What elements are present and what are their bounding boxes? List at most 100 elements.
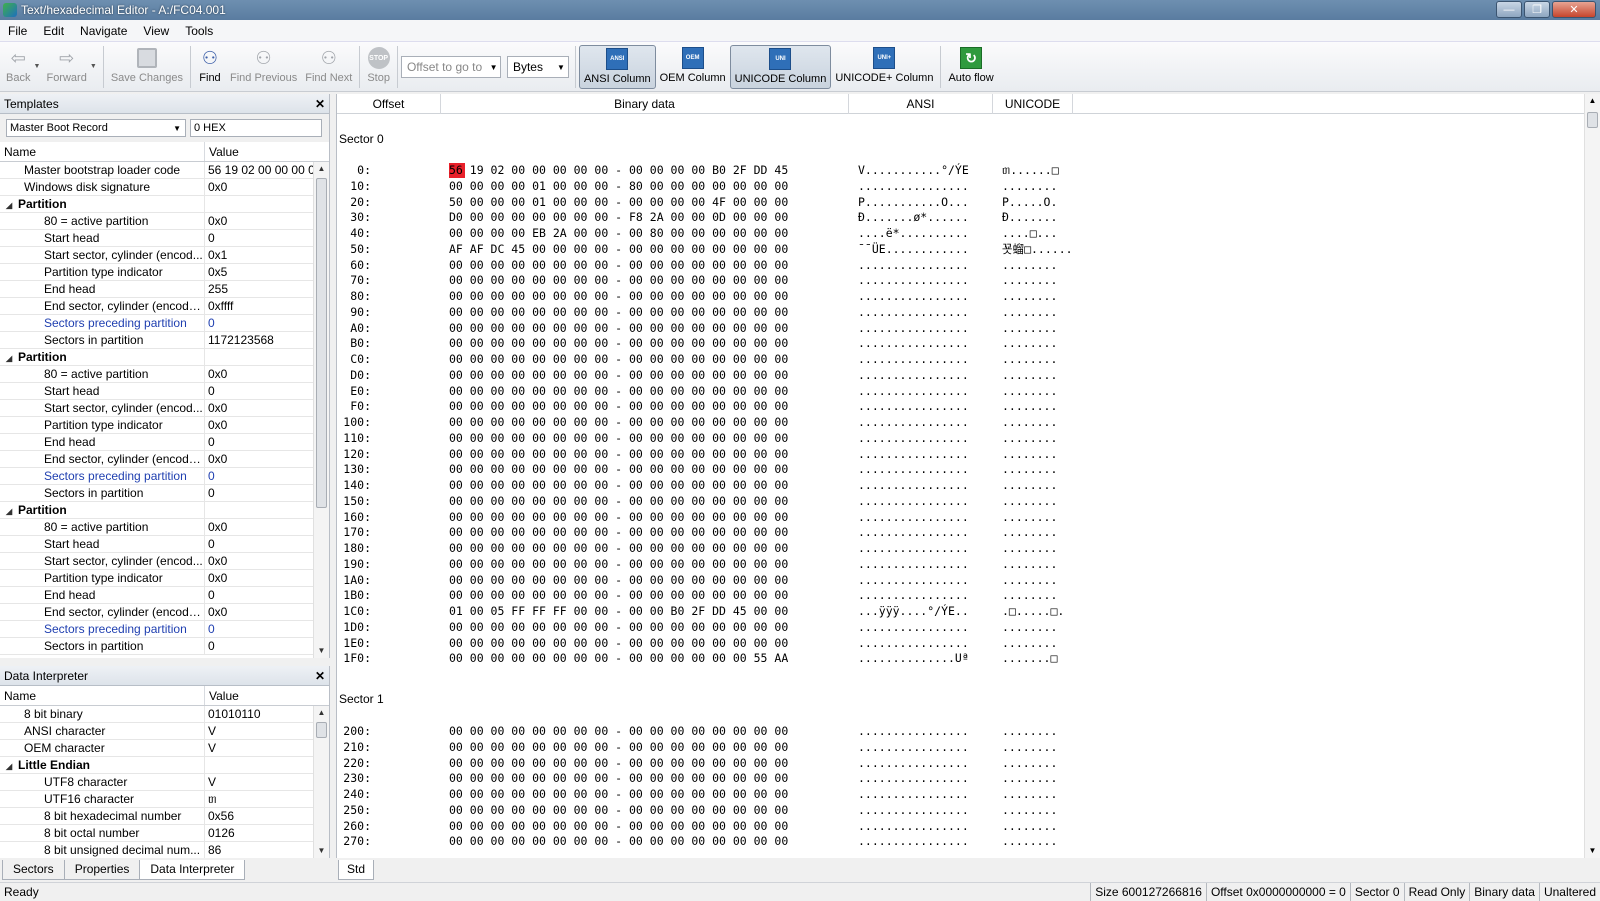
hex-row[interactable]: 100: 00 00 00 00 00 00 00 00 - 00 00 00 0… — [337, 414, 1577, 430]
hex-bytes[interactable]: 00 00 00 00 00 00 00 00 - 00 00 00 00 00… — [449, 304, 788, 320]
menu-view[interactable]: View — [135, 20, 177, 42]
hex-row[interactable]: 0: 56 19 02 00 00 00 00 00 - 00 00 00 00 … — [337, 162, 1577, 178]
ansi-text[interactable]: ................ — [858, 430, 969, 446]
ansi-text[interactable]: ................ — [858, 540, 969, 556]
close-icon[interactable]: ✕ — [311, 97, 329, 111]
forward-button[interactable]: ⇨ Forward ▼ — [42, 45, 96, 89]
hex-row[interactable]: 270: 00 00 00 00 00 00 00 00 - 00 00 00 0… — [337, 833, 1577, 849]
hex-bytes[interactable]: 00 00 00 00 00 00 00 00 - 00 00 00 00 00… — [449, 650, 788, 666]
table-row[interactable]: 8 bit unsigned decimal num... 86 — [0, 842, 329, 858]
column-header-value[interactable]: Value — [205, 142, 239, 161]
menu-tools[interactable]: Tools — [177, 20, 221, 42]
column-header-name[interactable]: Name — [0, 142, 205, 161]
ansi-text[interactable]: ................ — [858, 272, 969, 288]
unicode-column-button[interactable]: UNI UNICODE Column — [729, 45, 832, 89]
ansi-text[interactable]: ................ — [858, 770, 969, 786]
offset-cell[interactable]: 210: — [337, 739, 371, 755]
ansi-text[interactable]: P...........O... — [858, 194, 969, 210]
unicode-text[interactable]: Ð....... — [1002, 209, 1057, 225]
find-button[interactable]: ⚇ Find — [194, 45, 226, 89]
column-header-binary[interactable]: Binary data — [441, 94, 849, 114]
table-row[interactable]: Start sector, cylinder (encod... 0x0 — [0, 553, 329, 570]
hex-row[interactable]: 20: 50 00 00 00 01 00 00 00 - 00 00 00 00… — [337, 194, 1577, 210]
unicode-text[interactable]: ........ — [1002, 288, 1057, 304]
ansi-text[interactable]: ................ — [858, 739, 969, 755]
hex-row[interactable]: 200: 00 00 00 00 00 00 00 00 - 00 00 00 0… — [337, 723, 1577, 739]
hex-row[interactable]: D0: 00 00 00 00 00 00 00 00 - 00 00 00 00… — [337, 367, 1577, 383]
hex-bytes[interactable]: 00 00 00 00 00 00 00 00 - 00 00 00 00 00… — [449, 755, 788, 771]
unicode-plus-column-button[interactable]: UNI+ UNICODE+ Column — [831, 45, 937, 89]
table-row[interactable]: Sectors preceding partition 0 — [0, 315, 329, 332]
column-header-offset[interactable]: Offset — [337, 94, 441, 114]
hex-row[interactable]: 90: 00 00 00 00 00 00 00 00 - 00 00 00 00… — [337, 304, 1577, 320]
hex-bytes[interactable]: 56 19 02 00 00 00 00 00 - 00 00 00 00 B0… — [449, 162, 788, 178]
ansi-text[interactable]: V...........°/ÝE — [858, 162, 969, 178]
forward-dropdown-icon[interactable]: ▼ — [90, 63, 97, 70]
hex-bytes[interactable]: 00 00 00 00 00 00 00 00 - 00 00 00 00 00… — [449, 257, 788, 273]
hex-view[interactable]: Offset Binary data ANSI UNICODE Sector 0… — [336, 94, 1600, 858]
ansi-text[interactable]: ................ — [858, 786, 969, 802]
unicode-text[interactable]: ᥖ......□ — [1002, 162, 1059, 178]
offset-cell[interactable]: 0: — [337, 162, 371, 178]
hex-row[interactable]: F0: 00 00 00 00 00 00 00 00 - 00 00 00 00… — [337, 398, 1577, 414]
ansi-text[interactable]: ................ — [858, 257, 969, 273]
table-row[interactable]: Sectors preceding partition 0 — [0, 621, 329, 638]
unicode-text[interactable]: .......□ — [1002, 650, 1057, 666]
unicode-text[interactable]: ........ — [1002, 509, 1057, 525]
hex-bytes[interactable]: 00 00 00 00 00 00 00 00 - 00 00 00 00 00… — [449, 477, 788, 493]
hex-bytes[interactable]: 50 00 00 00 01 00 00 00 - 00 00 00 00 4F… — [449, 194, 788, 210]
hex-row[interactable]: 240: 00 00 00 00 00 00 00 00 - 00 00 00 0… — [337, 786, 1577, 802]
unicode-text[interactable]: ........ — [1002, 351, 1057, 367]
scroll-up-icon[interactable]: ▲ — [1585, 94, 1600, 108]
stop-button[interactable]: STOP Stop — [363, 45, 394, 89]
table-row[interactable]: 8 bit octal number 0126 — [0, 825, 329, 842]
ansi-text[interactable]: ................ — [858, 178, 969, 194]
offset-cell[interactable]: B0: — [337, 335, 371, 351]
offset-cell[interactable]: 250: — [337, 802, 371, 818]
unicode-text[interactable]: ........ — [1002, 524, 1057, 540]
ansi-text[interactable]: ................ — [858, 304, 969, 320]
ansi-text[interactable]: ................ — [858, 723, 969, 739]
unicode-text[interactable]: ........ — [1002, 770, 1057, 786]
offset-cell[interactable]: 270: — [337, 833, 371, 849]
unicode-text[interactable]: ........ — [1002, 477, 1057, 493]
hex-bytes[interactable]: 00 00 00 00 00 00 00 00 - 00 00 00 00 00… — [449, 587, 788, 603]
offset-cell[interactable]: 120: — [337, 446, 371, 462]
unicode-text[interactable]: ........ — [1002, 587, 1057, 603]
offset-cell[interactable]: 130: — [337, 461, 371, 477]
hex-bytes[interactable]: 00 00 00 00 00 00 00 00 - 00 00 00 00 00… — [449, 786, 788, 802]
hex-row[interactable]: 120: 00 00 00 00 00 00 00 00 - 00 00 00 0… — [337, 446, 1577, 462]
hex-row[interactable]: 150: 00 00 00 00 00 00 00 00 - 00 00 00 0… — [337, 493, 1577, 509]
interpreter-scrollbar[interactable]: ▲ ▼ — [313, 706, 329, 858]
template-select[interactable]: Master Boot Record ▼ — [6, 119, 186, 137]
templates-scrollbar[interactable]: ▲ ▼ — [313, 162, 329, 658]
hex-bytes[interactable]: 00 00 00 00 00 00 00 00 - 00 00 00 00 00… — [449, 367, 788, 383]
scroll-down-icon[interactable]: ▼ — [314, 644, 329, 658]
ansi-text[interactable]: ....ë*.......... — [858, 225, 969, 241]
offset-cell[interactable]: 40: — [337, 225, 371, 241]
find-next-button[interactable]: ⚇ Find Next — [301, 45, 356, 89]
template-offset-field[interactable]: 0 HEX — [190, 119, 322, 137]
hex-bytes[interactable]: 00 00 00 00 00 00 00 00 - 00 00 00 00 00… — [449, 556, 788, 572]
offset-cell[interactable]: 30: — [337, 209, 371, 225]
unicode-text[interactable]: ........ — [1002, 540, 1057, 556]
hex-bytes[interactable]: 00 00 00 00 00 00 00 00 - 00 00 00 00 00… — [449, 619, 788, 635]
offset-cell[interactable]: 1F0: — [337, 650, 371, 666]
ansi-text[interactable]: ¯¯ÜE............ — [858, 241, 969, 257]
offset-cell[interactable]: E0: — [337, 383, 371, 399]
hex-bytes[interactable]: 00 00 00 00 00 00 00 00 - 00 00 00 00 00… — [449, 540, 788, 556]
table-row[interactable]: End sector, cylinder (encoded) 0xffff — [0, 298, 329, 315]
hex-bytes[interactable]: 00 00 00 00 00 00 00 00 - 00 00 00 00 00… — [449, 635, 788, 651]
ansi-text[interactable]: ................ — [858, 335, 969, 351]
offset-cell[interactable]: 80: — [337, 288, 371, 304]
ansi-text[interactable]: ................ — [858, 367, 969, 383]
unicode-text[interactable]: ........ — [1002, 446, 1057, 462]
offset-cell[interactable]: D0: — [337, 367, 371, 383]
offset-cell[interactable]: 50: — [337, 241, 371, 257]
hex-row[interactable]: C0: 00 00 00 00 00 00 00 00 - 00 00 00 00… — [337, 351, 1577, 367]
hex-row[interactable]: A0: 00 00 00 00 00 00 00 00 - 00 00 00 00… — [337, 320, 1577, 336]
hex-bytes[interactable]: 00 00 00 00 00 00 00 00 - 00 00 00 00 00… — [449, 430, 788, 446]
offset-cell[interactable]: 180: — [337, 540, 371, 556]
offset-cell[interactable]: 110: — [337, 430, 371, 446]
hex-row[interactable]: E0: 00 00 00 00 00 00 00 00 - 00 00 00 00… — [337, 383, 1577, 399]
